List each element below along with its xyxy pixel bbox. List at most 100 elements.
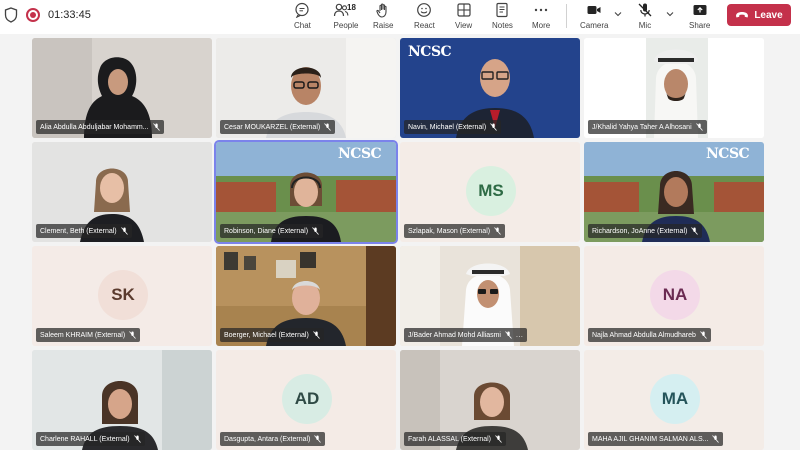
meeting-status: 01:33:45: [4, 6, 91, 24]
participant-nametag: Clement, Beth (External): [36, 224, 132, 238]
camera-button[interactable]: Camera: [580, 2, 608, 32]
mic-off-icon: [638, 3, 652, 17]
participant-tile[interactable]: J/Khalid Yahya Taher A Alhosani: [584, 38, 764, 138]
avatar: AD: [282, 374, 332, 424]
meeting-timer: 01:33:45: [48, 9, 91, 21]
participant-tile[interactable]: SK Saleem KHRAIM (External): [32, 246, 212, 346]
leave-label: Leave: [754, 9, 783, 21]
participant-nametag: Saleem KHRAIM (External): [36, 328, 141, 342]
grid-view-icon: [456, 3, 471, 17]
avatar: MA: [650, 374, 700, 424]
people-button[interactable]: 18 People: [332, 2, 360, 32]
ncsc-logo: NCSC: [706, 146, 750, 162]
share-label: Share: [689, 21, 711, 30]
participant-name: Clement, Beth (External): [40, 227, 117, 235]
meeting-toolbar: 01:33:45 Chat 18 People Raise React View…: [0, 0, 800, 34]
participant-name: MAHA AJIL GHANIM SALMAN ALS...: [592, 435, 709, 443]
chat-button[interactable]: Chat: [294, 2, 311, 32]
participant-tile-active-speaker[interactable]: NCSC Robinson, Diane (External): [214, 140, 398, 244]
shield-icon: [4, 7, 18, 23]
mic-muted-icon: [313, 331, 320, 339]
camera-options-chevron-icon[interactable]: [613, 10, 623, 18]
raise-hand-icon: [376, 3, 387, 18]
avatar: MS: [466, 166, 516, 216]
participant-tile[interactable]: NCSC Richardson, JoAnne (External): [584, 142, 764, 242]
camera-label: Camera: [580, 21, 609, 30]
mic-button[interactable]: Mic: [637, 2, 653, 32]
participant-nametag: J/Khalid Yahya Taher A Alhosani: [588, 120, 707, 134]
participant-nametag: Alia Abdulla Abduljabar Mohamm...: [36, 120, 164, 134]
notes-button[interactable]: Notes: [492, 2, 513, 32]
participant-tile[interactable]: NCSC Navin, Michael (External): [400, 38, 580, 138]
participant-tile[interactable]: Alia Abdulla Abduljabar Mohamm...: [32, 38, 212, 138]
participant-nametag: Navin, Michael (External): [404, 120, 502, 134]
mic-label: Mic: [638, 21, 652, 30]
people-count-badge: 18: [347, 3, 356, 12]
mic-muted-icon: [133, 435, 141, 443]
hang-up-icon: [736, 12, 749, 18]
more-label: More: [532, 21, 551, 30]
participant-tile[interactable]: J/Bader Ahmad Mohd Alliasmi...: [400, 246, 580, 346]
share-button[interactable]: Share: [689, 2, 710, 32]
more-icon: [534, 8, 548, 12]
mic-muted-icon: [324, 123, 332, 131]
participant-tile[interactable]: AD Dasgupta, Antara (External): [216, 350, 396, 450]
participant-nametag: MAHA AJIL GHANIM SALMAN ALS...: [588, 432, 724, 446]
participant-nametag: Boerger, Michael (External): [220, 328, 324, 342]
mic-muted-icon: [495, 435, 502, 443]
mic-options-chevron-icon[interactable]: [665, 10, 675, 18]
participant-name: Najla Ahmad Abdulla Almudhareb: [592, 331, 696, 339]
more-options-icon[interactable]: ...: [516, 332, 523, 339]
camera-icon: [587, 6, 601, 14]
participant-nametag: J/Bader Ahmad Mohd Alliasmi...: [404, 328, 528, 342]
participant-name: J/Bader Ahmad Mohd Alliasmi: [408, 331, 501, 339]
mic-muted-icon: [691, 227, 699, 235]
people-label: People: [333, 21, 359, 30]
participant-name: Szlapak, Mason (External): [408, 227, 491, 235]
participant-tile[interactable]: Charlene RAHALL (External): [32, 350, 212, 450]
emoji-icon: [417, 3, 432, 17]
participant-name: Richardson, JoAnne (External): [592, 227, 688, 235]
share-icon: [693, 5, 707, 15]
participant-tile[interactable]: Cesar MOUKARZEL (External): [216, 38, 396, 138]
participant-nametag: Farah ALASSAL (External): [404, 432, 507, 446]
participant-name: Navin, Michael (External): [408, 123, 487, 131]
participant-name: Boerger, Michael (External): [224, 331, 309, 339]
participant-tile[interactable]: MS Szlapak, Mason (External): [400, 142, 580, 242]
mic-muted-icon: [494, 227, 501, 235]
participant-tile[interactable]: MA MAHA AJIL GHANIM SALMAN ALS...: [584, 350, 764, 450]
participant-nametag: Najla Ahmad Abdulla Almudhareb: [588, 328, 711, 342]
notes-label: Notes: [492, 21, 513, 30]
participant-tile[interactable]: Clement, Beth (External): [32, 142, 212, 242]
ncsc-logo: NCSC: [338, 146, 382, 162]
ncsc-logo: NCSC: [408, 44, 452, 60]
participant-nametag: Dasgupta, Antara (External): [220, 432, 326, 446]
participant-grid: Alia Abdulla Abduljabar Mohamm... Cesar …: [0, 34, 800, 450]
participant-name: Cesar MOUKARZEL (External): [224, 123, 321, 131]
participant-name: Robinson, Diane (External): [224, 227, 309, 235]
participant-name: Alia Abdulla Abduljabar Mohamm...: [40, 123, 149, 131]
notes-icon: [496, 2, 509, 18]
more-button[interactable]: More: [532, 2, 550, 32]
participant-nametag: Szlapak, Mason (External): [404, 224, 506, 238]
participant-name: J/Khalid Yahya Taher A Alhosani: [592, 123, 692, 131]
participant-name: Saleem KHRAIM (External): [40, 331, 126, 339]
view-button[interactable]: View: [455, 2, 472, 32]
raise-hand-button[interactable]: Raise: [373, 2, 393, 32]
participant-tile[interactable]: Farah ALASSAL (External): [400, 350, 580, 450]
mic-muted-icon: [312, 227, 319, 235]
mic-muted-icon: [490, 123, 498, 131]
participant-tile[interactable]: NA Najla Ahmad Abdulla Almudhareb: [584, 246, 764, 346]
toolbar-divider: [566, 4, 567, 28]
mic-muted-icon: [695, 123, 703, 131]
participant-tile[interactable]: Boerger, Michael (External): [216, 246, 396, 346]
react-label: React: [414, 21, 435, 30]
react-button[interactable]: React: [414, 2, 435, 32]
participant-nametag: Richardson, JoAnne (External): [588, 224, 703, 238]
participant-nametag: Cesar MOUKARZEL (External): [220, 120, 336, 134]
participant-nametag: Robinson, Diane (External): [220, 224, 324, 238]
view-label: View: [455, 21, 473, 30]
leave-button[interactable]: Leave: [727, 4, 791, 26]
mic-muted-icon: [129, 331, 137, 339]
participant-name: Dasgupta, Antara (External): [224, 435, 311, 443]
